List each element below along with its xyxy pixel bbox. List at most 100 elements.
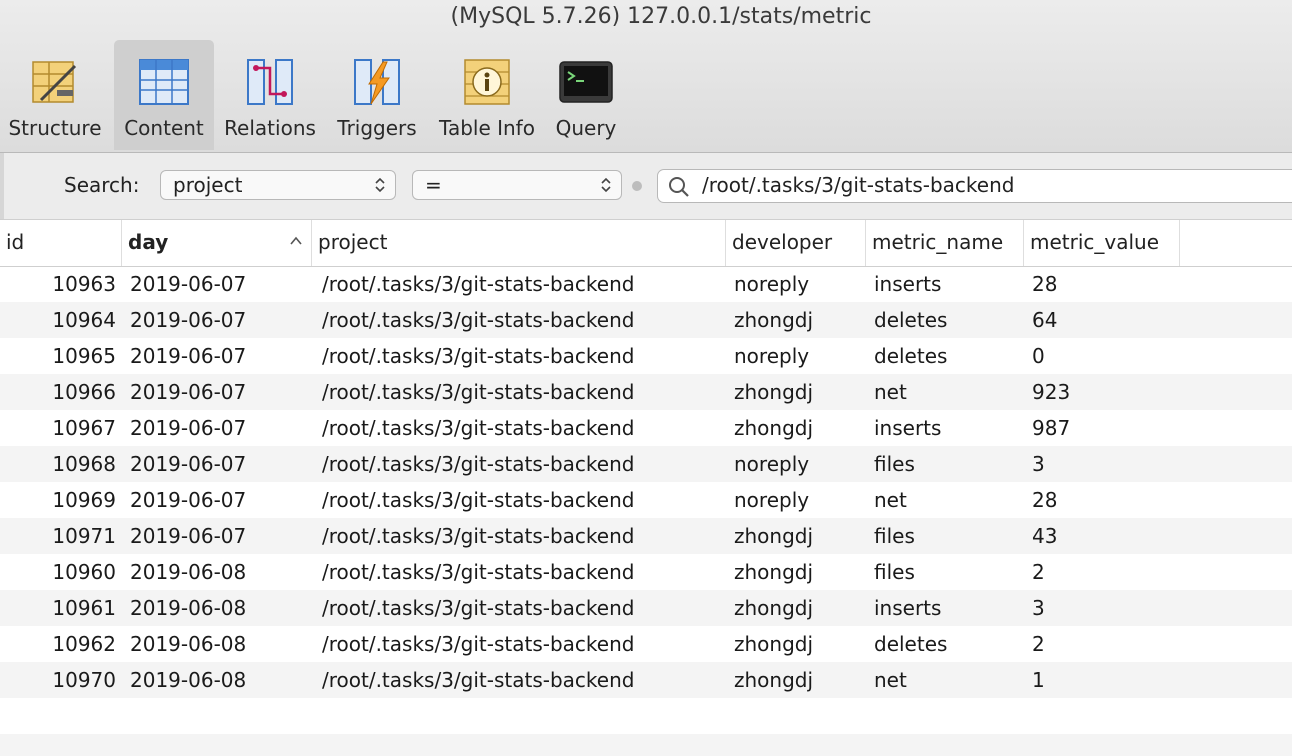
cell-metric-value: 2 bbox=[1032, 632, 1045, 656]
column-header-developer[interactable]: developer bbox=[726, 220, 866, 266]
cell-project: /root/.tasks/3/git-stats-backend bbox=[322, 560, 635, 584]
cell-metric-value: 64 bbox=[1032, 308, 1058, 332]
table-row[interactable]: 10963 2019-06-07/root/.tasks/3/git-stats-… bbox=[0, 266, 1292, 302]
cell-project: /root/.tasks/3/git-stats-backend bbox=[322, 344, 635, 368]
column-header-day-label: day bbox=[128, 230, 169, 254]
cell-metric-name: net bbox=[874, 380, 907, 404]
cell-developer: zhongdj bbox=[734, 308, 814, 332]
table-row[interactable]: 10971 2019-06-07/root/.tasks/3/git-stats-… bbox=[0, 518, 1292, 554]
cell-metric-value: 2 bbox=[1032, 560, 1045, 584]
cell-developer: noreply bbox=[734, 272, 810, 296]
cell-project: /root/.tasks/3/git-stats-backend bbox=[322, 380, 635, 404]
cell-metric-value: 3 bbox=[1032, 452, 1045, 476]
tab-content-label: Content bbox=[124, 116, 204, 140]
operator-select[interactable]: = bbox=[412, 170, 622, 200]
tab-structure[interactable]: Structure bbox=[0, 40, 110, 150]
structure-icon bbox=[27, 54, 83, 110]
cell-metric-name: deletes bbox=[874, 344, 948, 368]
cell-metric-name: net bbox=[874, 668, 907, 692]
cell-project: /root/.tasks/3/git-stats-backend bbox=[322, 668, 635, 692]
cell-developer: zhongdj bbox=[734, 416, 814, 440]
tab-query[interactable]: Query bbox=[546, 40, 626, 150]
tab-content[interactable]: Content bbox=[114, 40, 214, 150]
table-row[interactable]: 10961 2019-06-08/root/.tasks/3/git-stats-… bbox=[0, 590, 1292, 626]
relations-icon bbox=[242, 54, 298, 110]
empty-row bbox=[0, 734, 1292, 756]
tab-relations[interactable]: Relations bbox=[216, 40, 324, 150]
tab-table-info[interactable]: Table Info bbox=[432, 40, 542, 150]
cell-id: 10971 bbox=[52, 524, 116, 548]
tab-relations-label: Relations bbox=[224, 116, 316, 140]
column-header-metric-name[interactable]: metric_name bbox=[866, 220, 1024, 266]
cell-metric-name: deletes bbox=[874, 308, 948, 332]
table-row[interactable]: 10967 2019-06-07/root/.tasks/3/git-stats-… bbox=[0, 410, 1292, 446]
toolbar: (MySQL 5.7.26) 127.0.0.1/stats/metric St… bbox=[0, 0, 1292, 153]
tab-table-info-label: Table Info bbox=[439, 116, 535, 140]
cell-project: /root/.tasks/3/git-stats-backend bbox=[322, 308, 635, 332]
cell-day: 2019-06-07 bbox=[130, 416, 247, 440]
cell-developer: zhongdj bbox=[734, 596, 814, 620]
cell-day: 2019-06-07 bbox=[130, 308, 247, 332]
tab-triggers[interactable]: Triggers bbox=[328, 40, 426, 150]
app-window: (MySQL 5.7.26) 127.0.0.1/stats/metric St… bbox=[0, 0, 1292, 756]
table-info-icon bbox=[459, 54, 515, 110]
field-select[interactable]: project bbox=[160, 170, 396, 200]
cell-metric-value: 28 bbox=[1032, 488, 1058, 512]
sort-ascending-icon bbox=[290, 236, 302, 245]
column-header-project[interactable]: project bbox=[312, 220, 726, 266]
chevron-updown-icon bbox=[375, 177, 385, 193]
search-label: Search: bbox=[64, 173, 140, 197]
cell-day: 2019-06-08 bbox=[130, 560, 247, 584]
cell-metric-name: deletes bbox=[874, 632, 948, 656]
search-input-value: /root/.tasks/3/git-stats-backend bbox=[702, 173, 1015, 197]
table-row[interactable]: 10964 2019-06-07/root/.tasks/3/git-stats-… bbox=[0, 302, 1292, 338]
column-header-id[interactable]: id bbox=[0, 220, 122, 266]
table-row[interactable]: 10960 2019-06-08/root/.tasks/3/git-stats-… bbox=[0, 554, 1292, 590]
table-row[interactable]: 10970 2019-06-08/root/.tasks/3/git-stats-… bbox=[0, 662, 1292, 698]
status-dot bbox=[632, 181, 642, 191]
cell-project: /root/.tasks/3/git-stats-backend bbox=[322, 452, 635, 476]
table-row[interactable]: 10968 2019-06-07/root/.tasks/3/git-stats-… bbox=[0, 446, 1292, 482]
table-row[interactable]: 10962 2019-06-08/root/.tasks/3/git-stats-… bbox=[0, 626, 1292, 662]
cell-project: /root/.tasks/3/git-stats-backend bbox=[322, 272, 635, 296]
tab-triggers-label: Triggers bbox=[337, 116, 417, 140]
cell-metric-name: inserts bbox=[874, 596, 942, 620]
column-header-metric-value[interactable]: metric_value bbox=[1024, 220, 1180, 266]
cell-metric-value: 3 bbox=[1032, 596, 1045, 620]
table-row[interactable]: 10969 2019-06-07/root/.tasks/3/git-stats-… bbox=[0, 482, 1292, 518]
cell-day: 2019-06-07 bbox=[130, 380, 247, 404]
cell-metric-name: inserts bbox=[874, 416, 942, 440]
splitter-edge bbox=[0, 153, 4, 219]
query-icon bbox=[558, 54, 614, 110]
cell-metric-name: inserts bbox=[874, 272, 942, 296]
window-title: (MySQL 5.7.26) 127.0.0.1/stats/metric bbox=[450, 4, 872, 29]
cell-metric-name: files bbox=[874, 452, 915, 476]
cell-metric-name: net bbox=[874, 488, 907, 512]
cell-developer: zhongdj bbox=[734, 560, 814, 584]
cell-developer: zhongdj bbox=[734, 380, 814, 404]
cell-developer: zhongdj bbox=[734, 668, 814, 692]
content-icon bbox=[136, 54, 192, 110]
cell-id: 10964 bbox=[52, 308, 116, 332]
cell-day: 2019-06-08 bbox=[130, 632, 247, 656]
search-bar: Search: project = /root/.tasks/3/git-sta… bbox=[0, 153, 1292, 220]
cell-project: /root/.tasks/3/git-stats-backend bbox=[322, 488, 635, 512]
operator-select-value: = bbox=[425, 173, 442, 197]
cell-day: 2019-06-07 bbox=[130, 488, 247, 512]
cell-project: /root/.tasks/3/git-stats-backend bbox=[322, 596, 635, 620]
cell-developer: noreply bbox=[734, 344, 810, 368]
cell-id: 10965 bbox=[52, 344, 116, 368]
table-row[interactable]: 10965 2019-06-07/root/.tasks/3/git-stats-… bbox=[0, 338, 1292, 374]
tab-structure-label: Structure bbox=[8, 116, 102, 140]
cell-developer: noreply bbox=[734, 488, 810, 512]
cell-metric-value: 923 bbox=[1032, 380, 1071, 404]
empty-row bbox=[0, 698, 1292, 734]
cell-project: /root/.tasks/3/git-stats-backend bbox=[322, 416, 635, 440]
cell-metric-name: files bbox=[874, 560, 915, 584]
search-input[interactable]: /root/.tasks/3/git-stats-backend bbox=[657, 169, 1292, 203]
table-row[interactable]: 10966 2019-06-07/root/.tasks/3/git-stats-… bbox=[0, 374, 1292, 410]
cell-id: 10961 bbox=[52, 596, 116, 620]
column-header-day[interactable]: day bbox=[122, 220, 312, 266]
cell-id: 10970 bbox=[52, 668, 116, 692]
table-header: id day project developer metric_name met… bbox=[0, 220, 1292, 267]
